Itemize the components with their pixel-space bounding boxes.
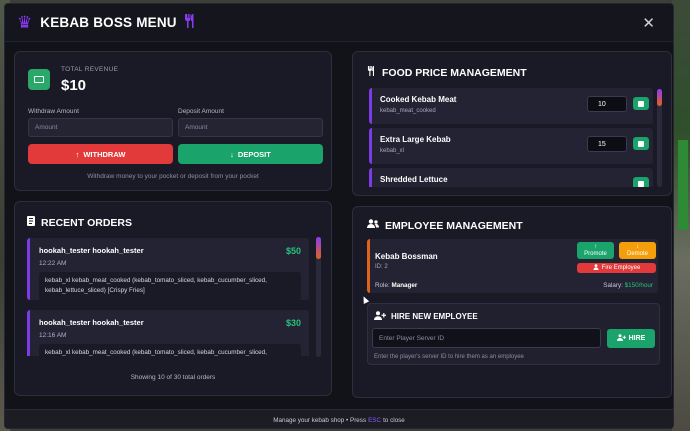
orders-scrollbar-thumb[interactable] — [316, 237, 321, 259]
food-id: kebab_xl — [380, 148, 405, 154]
save-price-button[interactable] — [633, 97, 649, 110]
food-item: Shredded Lettuce — [369, 168, 653, 187]
kebab-boss-modal: ♛ KEBAB BOSS MENU ✕ TOTAL REVENUE $10 Wi… — [4, 3, 674, 429]
player-server-id-input[interactable]: Enter Player Server ID — [372, 328, 601, 348]
user-plus-icon — [616, 334, 626, 343]
withdraw-amount-input[interactable]: Amount — [28, 118, 173, 137]
footer-text-end: to close — [383, 416, 405, 424]
food-price-title: FOOD PRICE MANAGEMENT — [367, 66, 527, 79]
promote-button[interactable]: ↑ Promote — [577, 242, 614, 259]
arrow-up-icon: ↑ — [75, 149, 80, 159]
modal-footer: Manage your kebab shop • Press ESC to cl… — [5, 409, 673, 428]
crown-icon: ♛ — [17, 12, 33, 32]
food-price-title-text: FOOD PRICE MANAGEMENT — [382, 66, 527, 79]
recent-orders-title: RECENT ORDERS — [27, 216, 132, 229]
employee-id: ID: 2 — [375, 264, 388, 270]
deposit-button-label: DEPOSIT — [237, 149, 271, 159]
employee-role: Role: Manager — [375, 282, 417, 289]
modal-header: ♛ KEBAB BOSS MENU ✕ — [5, 4, 673, 42]
employee-card: Kebab Bossman ID: 2 Role: Manager Salary… — [367, 239, 658, 293]
role-label: Role: — [375, 282, 390, 289]
food-scrollbar-thumb[interactable] — [657, 89, 662, 106]
revenue-value: $10 — [61, 77, 87, 94]
withdraw-button-label: WITHDRAW — [83, 149, 126, 159]
arrow-up-icon: ↑ — [594, 243, 597, 250]
arrow-down-icon: ↓ — [636, 243, 639, 250]
employee-panel: EMPLOYEE MANAGEMENT Kebab Bossman ID: 2 … — [352, 206, 672, 398]
hire-title-text: HIRE NEW EMPLOYEE — [391, 312, 478, 321]
employee-title: EMPLOYEE MANAGEMENT — [367, 219, 523, 232]
salary-label: Salary: — [603, 282, 623, 289]
order-time: 12:16 AM — [39, 332, 67, 339]
users-icon — [367, 219, 379, 232]
deposit-label: Deposit Amount — [178, 108, 224, 115]
role-value: Manager — [391, 282, 418, 289]
order-items: kebab_xl kebab_meat_cooked (kebab_tomato… — [39, 344, 301, 356]
recent-orders-title-text: RECENT ORDERS — [41, 216, 133, 229]
user-plus-icon — [374, 311, 386, 322]
order-price: $50 — [285, 246, 301, 256]
hire-section: HIRE NEW EMPLOYEE Enter Player Server ID… — [367, 303, 660, 365]
footer-text: Manage your kebab shop • Press — [273, 416, 367, 424]
game-background-foliage — [678, 140, 688, 230]
recent-orders-panel: RECENT ORDERS hookah_tester hookah_teste… — [14, 201, 332, 396]
food-price-input[interactable]: 15 — [587, 136, 627, 152]
revenue-panel: TOTAL REVENUE $10 Withdraw Amount Amount… — [14, 51, 332, 191]
close-button[interactable]: ✕ — [636, 12, 661, 34]
withdraw-label: Withdraw Amount — [28, 108, 79, 115]
food-scrollbar[interactable] — [657, 89, 662, 187]
food-item: Cooked Kebab Meat kebab_meat_cooked 10 — [369, 88, 653, 124]
employee-title-text: EMPLOYEE MANAGEMENT — [385, 219, 523, 232]
order-card: hookah_tester hookah_tester 12:16 AM $30… — [27, 310, 309, 356]
order-customer: hookah_tester hookah_tester — [39, 318, 144, 327]
save-price-button[interactable] — [633, 177, 649, 187]
fire-employee-button[interactable]: Fire Employee — [577, 263, 656, 273]
save-icon — [638, 140, 644, 147]
arrow-down-icon: ↓ — [230, 149, 234, 159]
hire-hint: Enter the player's server ID to hire the… — [374, 354, 524, 360]
order-card: hookah_tester hookah_tester 12:22 AM $50… — [27, 238, 309, 300]
food-name: Shredded Lettuce — [380, 175, 448, 184]
food-name: Extra Large Kebab — [380, 135, 451, 144]
orders-list[interactable]: hookah_tester hookah_tester 12:22 AM $50… — [15, 234, 333, 356]
modal-title: KEBAB BOSS MENU — [40, 15, 177, 30]
order-time: 12:22 AM — [39, 260, 67, 267]
food-name: Cooked Kebab Meat — [380, 95, 457, 104]
save-price-button[interactable] — [633, 137, 649, 150]
utensils-icon — [367, 66, 376, 79]
hire-button[interactable]: HIRE — [607, 329, 655, 348]
food-price-input[interactable]: 10 — [587, 96, 627, 112]
esc-key-hint: ESC — [368, 416, 382, 424]
deposit-button[interactable]: ↓ DEPOSIT — [178, 144, 323, 164]
save-icon — [638, 180, 644, 187]
withdraw-button[interactable]: ↑ WITHDRAW — [28, 144, 173, 164]
game-background-right — [672, 0, 690, 431]
employee-name: Kebab Bossman — [375, 252, 438, 261]
food-item: Extra Large Kebab kebab_xl 15 — [369, 128, 653, 164]
promote-label: Promote — [584, 250, 607, 257]
save-icon — [638, 100, 644, 107]
order-customer: hookah_tester hookah_tester — [39, 246, 144, 255]
order-price: $30 — [285, 318, 301, 328]
revenue-hint: Withdraw money to your pocket or deposit… — [87, 173, 259, 180]
food-id: kebab_meat_cooked — [380, 108, 436, 114]
hire-button-label: HIRE — [628, 335, 646, 342]
orders-scrollbar[interactable] — [316, 237, 321, 357]
revenue-label: TOTAL REVENUE — [61, 66, 119, 73]
utensils-icon — [184, 13, 196, 32]
receipt-icon — [27, 216, 35, 229]
employee-salary: Salary: $150/hour — [603, 282, 653, 289]
demote-label: Demote — [626, 250, 648, 257]
food-list[interactable]: Cooked Kebab Meat kebab_meat_cooked 10 E… — [353, 88, 673, 187]
deposit-amount-input[interactable]: Amount — [178, 118, 323, 137]
salary-value: $150/hour — [624, 282, 653, 289]
fire-employee-label: Fire Employee — [601, 264, 641, 271]
demote-button[interactable]: ↓ Demote — [619, 242, 656, 259]
order-items: kebab_xl kebab_meat_cooked (kebab_tomato… — [39, 272, 301, 300]
money-icon — [28, 69, 50, 90]
food-price-panel: FOOD PRICE MANAGEMENT Cooked Kebab Meat … — [352, 51, 672, 196]
orders-count: Showing 10 of 30 total orders — [130, 374, 216, 381]
hire-title: HIRE NEW EMPLOYEE — [374, 311, 478, 322]
user-x-icon — [593, 263, 599, 273]
